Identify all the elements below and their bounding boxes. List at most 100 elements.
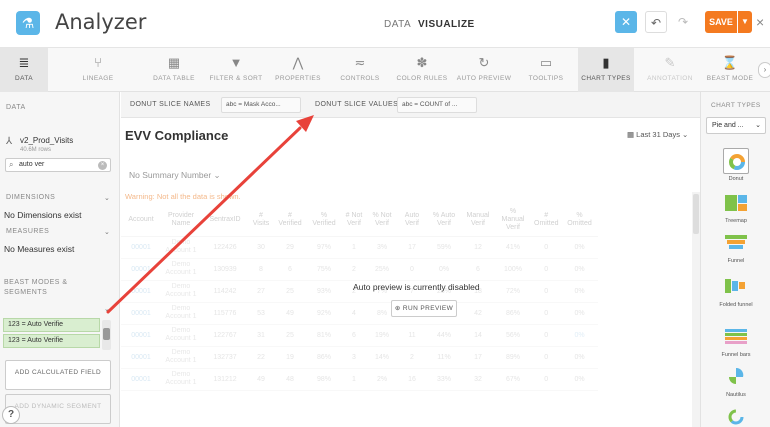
clear-search-icon[interactable]: × <box>98 161 107 170</box>
data-warning: Warning: Not all the data is shown. <box>125 192 241 201</box>
funnel-bars-icon <box>723 324 749 350</box>
slice-names-value: abc = Mask Acco... <box>226 101 281 108</box>
funnel-chart-icon <box>723 230 749 256</box>
dimensions-empty: No Dimensions exist <box>4 210 82 220</box>
measures-chevron-icon[interactable]: ⌄ <box>104 228 110 236</box>
add-dynamic-segment-button[interactable]: ADD DYNAMIC SEGMENT <box>5 394 111 424</box>
slice-names-pill[interactable]: abc = Mask Acco... <box>221 97 301 113</box>
chart-type-name: Donut <box>728 176 744 182</box>
toolbar-data[interactable]: ≣ DATA <box>0 48 48 92</box>
beast-modes-heading[interactable]: BEAST MODES & SEGMENTS <box>4 278 94 298</box>
nautilus-chart-icon <box>723 364 749 390</box>
flask-icon: ⚗ <box>16 11 40 35</box>
beast-mode-item[interactable]: 123 = Auto Verifie <box>3 334 100 348</box>
redo-icon[interactable]: ↷ <box>672 11 694 33</box>
chart-type-nautilus[interactable]: Nautilus <box>705 364 767 398</box>
slice-values-label: DONUT SLICE VALUES <box>315 101 399 108</box>
tab-data[interactable]: DATA <box>384 19 411 30</box>
chart-type-treemap[interactable]: Treemap <box>705 190 767 224</box>
dimensions-chevron-icon[interactable]: ⌄ <box>104 194 110 202</box>
palette-icon: ✽ <box>416 55 428 70</box>
toolbar-tooltips[interactable]: ▭ TOOLTIPS <box>518 48 574 92</box>
database-icon: ≣ <box>18 55 30 70</box>
card-title[interactable]: EVV Compliance <box>125 128 228 143</box>
chart-type-donut[interactable]: Donut <box>705 148 767 182</box>
toolbar-more-chevron-icon[interactable]: › <box>758 62 770 78</box>
dataset-icon: ⅄ <box>6 136 13 147</box>
summary-value: No Summary Number <box>129 170 212 180</box>
toolbar-controls[interactable]: ≂ CONTROLS <box>332 48 388 92</box>
slice-values-pill[interactable]: abc = COUNT of ... <box>397 97 477 113</box>
chart-family-select[interactable]: Pie and ... ⌄ <box>706 117 766 134</box>
refresh-icon: ↻ <box>478 55 490 70</box>
table-icon: ▦ <box>167 55 181 70</box>
search-icon: ⌕ <box>9 160 14 169</box>
chart-types-heading: CHART TYPES <box>711 102 761 109</box>
undo-icon[interactable]: ↶ <box>645 11 667 33</box>
toolbar-filter-sort[interactable]: ▼ FILTER & SORT <box>208 48 264 92</box>
dimensions-heading[interactable]: DIMENSIONS <box>6 194 55 201</box>
table-scrollbar[interactable] <box>692 192 700 427</box>
chart-type-name: Funnel <box>727 258 745 264</box>
measures-heading[interactable]: MEASURES <box>6 228 49 235</box>
save-dropdown-chevron-icon[interactable]: ▼ <box>738 11 752 33</box>
preview-disabled-message: Auto preview is currently disabled <box>353 282 480 292</box>
toolbar: ≣ DATA ⑂ LINEAGE ▦ DATA TABLE ▼ FILTER &… <box>0 48 770 92</box>
beast-modes-chevron-icon[interactable]: ⌄ <box>104 305 110 313</box>
date-range-selector[interactable]: ▦ Last 31 Days ⌄ <box>627 130 688 139</box>
dataset-rows: 40.6M rows <box>20 147 52 153</box>
close-icon[interactable]: × <box>756 14 764 30</box>
chart-family-value: Pie and ... <box>712 122 744 129</box>
data-heading: DATA <box>6 104 26 111</box>
toolbar-label: BEAST MODE <box>706 75 754 82</box>
chart-type-name: Nautilus <box>726 392 746 398</box>
chart-type-funnel-bars[interactable]: Funnel bars <box>705 324 767 358</box>
visualization-canvas: DONUT SLICE NAMES abc = Mask Acco... DON… <box>121 92 700 427</box>
chart-type-name: Funnel bars <box>721 352 751 358</box>
filter-icon: ▼ <box>229 55 243 70</box>
toolbar-auto-preview[interactable]: ↻ AUTO PREVIEW <box>456 48 512 92</box>
add-calculated-field-button[interactable]: ADD CALCULATED FIELD <box>5 360 111 390</box>
toolbar-label: CONTROLS <box>340 75 380 82</box>
toolbar-annotation[interactable]: ✎ ANNOTATION <box>642 48 698 92</box>
field-search-input[interactable]: ⌕ auto ver × <box>5 158 111 172</box>
beast-modes-scrollbar[interactable] <box>102 320 111 350</box>
toolbar-beast-mode[interactable]: ⌛ BEAST MODE <box>702 48 758 92</box>
beast-mode-icon: ⌛ <box>721 55 739 70</box>
toolbar-properties[interactable]: ⋀ PROPERTIES <box>270 48 326 92</box>
properties-icon: ⋀ <box>292 55 304 70</box>
field-search-value[interactable]: auto ver <box>19 161 44 168</box>
toolbar-data-table[interactable]: ▦ DATA TABLE <box>146 48 202 92</box>
toolbar-label: AUTO PREVIEW <box>456 75 512 82</box>
beast-mode-item[interactable]: 123 = Auto Verifie <box>3 318 100 332</box>
toolbar-label: ANNOTATION <box>647 75 693 82</box>
toolbar-chart-types[interactable]: ▮ CHART TYPES <box>578 48 634 92</box>
chart-type-ring[interactable] <box>705 404 767 427</box>
toolbar-label: DATA TABLE <box>153 75 195 82</box>
slice-names-label: DONUT SLICE NAMES <box>130 101 211 108</box>
folded-funnel-icon <box>723 274 749 300</box>
run-preview-label: RUN PREVIEW <box>402 305 454 312</box>
dataset-name[interactable]: v2_Prod_Visits <box>20 136 73 145</box>
chart-types-panel: CHART TYPES Pie and ... ⌄ Donut Treemap … <box>700 92 770 427</box>
toolbar-lineage[interactable]: ⑂ LINEAGE <box>70 48 126 92</box>
tab-visualize[interactable]: VISUALIZE <box>418 19 475 30</box>
sliders-icon: ≂ <box>354 55 366 70</box>
toolbar-color-rules[interactable]: ✽ COLOR RULES <box>394 48 450 92</box>
chart-type-folded-funnel[interactable]: Folded funnel <box>705 274 767 308</box>
chart-type-name: Treemap <box>725 218 747 224</box>
pencil-icon: ✎ <box>664 55 676 70</box>
toolbar-label: TOOLTIPS <box>528 75 564 82</box>
donut-chart-icon <box>723 148 749 174</box>
summary-number-selector[interactable]: No Summary Number ⌄ <box>129 170 221 181</box>
chart-slots: DONUT SLICE NAMES abc = Mask Acco... DON… <box>121 92 700 118</box>
chart-type-funnel[interactable]: Funnel <box>705 230 767 264</box>
chart-type-name: Folded funnel <box>719 302 753 308</box>
measures-empty: No Measures exist <box>4 244 75 254</box>
save-button[interactable]: SAVE <box>705 11 737 33</box>
tooltip-icon: ▭ <box>539 55 553 70</box>
app-title: Analyzer <box>55 10 147 34</box>
help-icon[interactable]: ? <box>2 406 20 424</box>
tools-icon[interactable]: ✕ <box>615 11 637 33</box>
run-preview-button[interactable]: ⊕ RUN PREVIEW <box>391 300 457 317</box>
